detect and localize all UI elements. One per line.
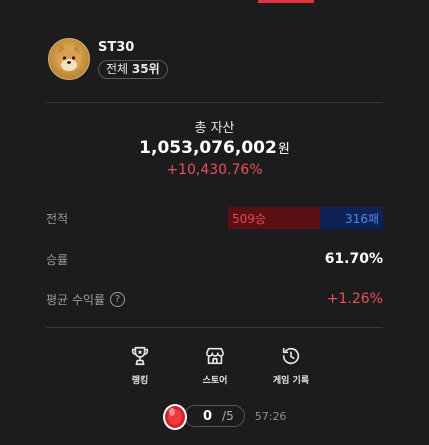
store-label: 스토어 [202,376,228,386]
energy-recharge-timer: 57:26 [254,409,287,423]
win-rate-label: 승률 [46,252,69,267]
ranking-button[interactable]: 랭킹 [110,345,170,386]
wins-bar: 509승 [228,207,320,229]
history-icon [282,347,300,365]
trophy-icon [131,346,149,366]
total-assets-value: 1,053,076,002원 [46,137,383,161]
energy-max: /5 [222,409,234,423]
win-rate-row: 승률 61.70% [46,248,383,270]
username: ST30 [98,39,135,55]
avg-return-value: +1.26% [326,291,383,307]
record-label: 전적 [46,211,69,226]
energy-current: 0 [203,408,213,424]
shiba-dog-icon [57,44,81,71]
rank-value: 35위 [131,61,160,76]
profile-header: ST30 전체 35위 [48,37,168,81]
ranking-label: 랭킹 [131,376,149,386]
active-tab-indicator [258,0,314,3]
record-bar: 509승 316패 [228,207,383,229]
avatar[interactable] [48,38,90,80]
total-assets-label: 총 자산 [194,121,235,136]
rank-prefix: 전체 [106,61,129,76]
red-gem-icon [160,401,190,431]
avg-return-label: 평균 수익률 [46,292,106,307]
record-row: 전적 509승 316패 [46,207,383,229]
avg-return-row: 평균 수익률 ? +1.26% [46,288,383,310]
total-assets-amount: 1,053,076,002 [139,138,277,158]
total-assets-section: 총 자산 1,053,076,002원 +10,430.76% [46,120,383,180]
divider [46,327,383,328]
avg-return-label-group: 평균 수익률 ? [46,291,126,308]
win-rate-value: 61.70% [324,251,383,267]
rank-badge: 전체 35위 [98,59,168,79]
action-menu: 랭킹 스토어 게임 기록 [0,345,429,389]
help-icon[interactable]: ? [110,291,126,307]
game-history-button[interactable]: 게임 기록 [261,345,321,386]
store-button[interactable]: 스토어 [185,345,245,386]
energy-status: 0 /5 57:26 [160,401,286,431]
energy-counter: 0 /5 [184,405,245,427]
losses-bar: 316패 [320,207,383,229]
total-assets-change: +10,430.76% [166,162,263,178]
game-history-label: 게임 기록 [272,376,310,386]
store-icon [205,347,225,365]
currency-unit: 원 [277,142,290,157]
divider [46,102,383,103]
